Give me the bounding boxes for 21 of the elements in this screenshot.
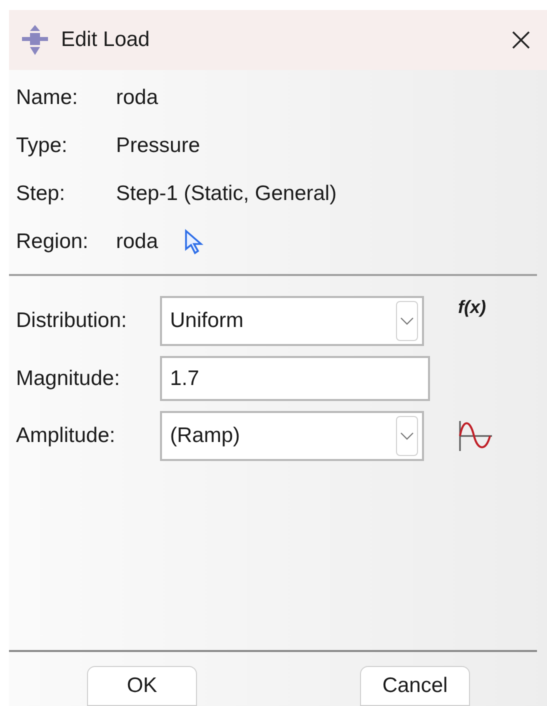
input-field[interactable]: 1.7 [160,356,430,401]
cursor-icon[interactable] [184,229,204,255]
field-label: Magnitude: [16,366,121,392]
field-value: Step-1 (Static, General) [116,181,337,208]
cancel-button[interactable]: Cancel [360,666,470,706]
field-label: Step: [16,181,66,208]
app-icon [19,24,51,56]
field-label: Distribution: [16,308,128,334]
dropdown[interactable]: Uniform [160,296,424,346]
field-label: Amplitude: [16,423,116,450]
field-label: Type: [16,133,68,160]
waveform-icon[interactable] [458,419,494,453]
window-title: Edit Load [61,27,150,54]
field-value: roda [116,229,158,256]
dropdown[interactable]: (Ramp) [160,411,424,461]
field-label: Name: [16,85,79,112]
function-button[interactable]: f(x) [458,294,486,321]
field-label: Region: [16,229,90,256]
field-value: roda [116,85,158,112]
ok-button[interactable]: OK [87,666,197,706]
field-value: Pressure [116,133,200,160]
